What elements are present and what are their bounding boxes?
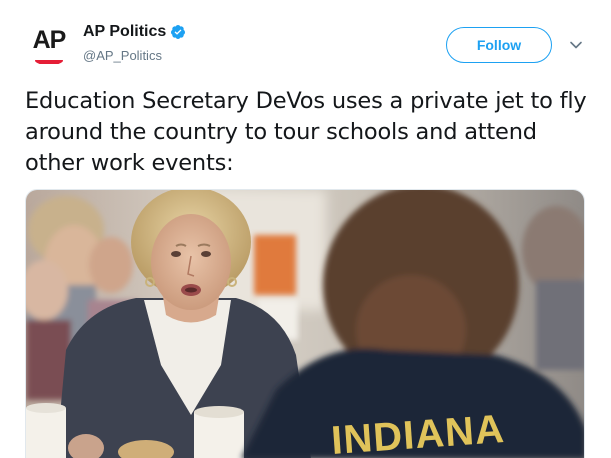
verified-badge-icon: [170, 24, 186, 40]
user-info: AP Politics @AP_Politics: [83, 22, 186, 64]
tweet-photo[interactable]: INDIANA: [25, 189, 585, 458]
display-name[interactable]: AP Politics: [83, 22, 166, 42]
more-options-button[interactable]: [566, 37, 586, 53]
tweet-card: AP AP Politics @AP_Politics Follow Educa…: [0, 0, 611, 458]
handle[interactable]: @AP_Politics: [83, 48, 186, 64]
chevron-down-icon: [570, 41, 582, 49]
avatar[interactable]: AP: [25, 18, 73, 66]
ap-logo-underline: [35, 60, 63, 64]
name-row: AP Politics: [83, 22, 186, 42]
ap-logo: AP: [32, 26, 67, 54]
follow-button[interactable]: Follow: [446, 27, 552, 63]
tweet-text: Education Secretary DeVos uses a private…: [25, 88, 587, 176]
